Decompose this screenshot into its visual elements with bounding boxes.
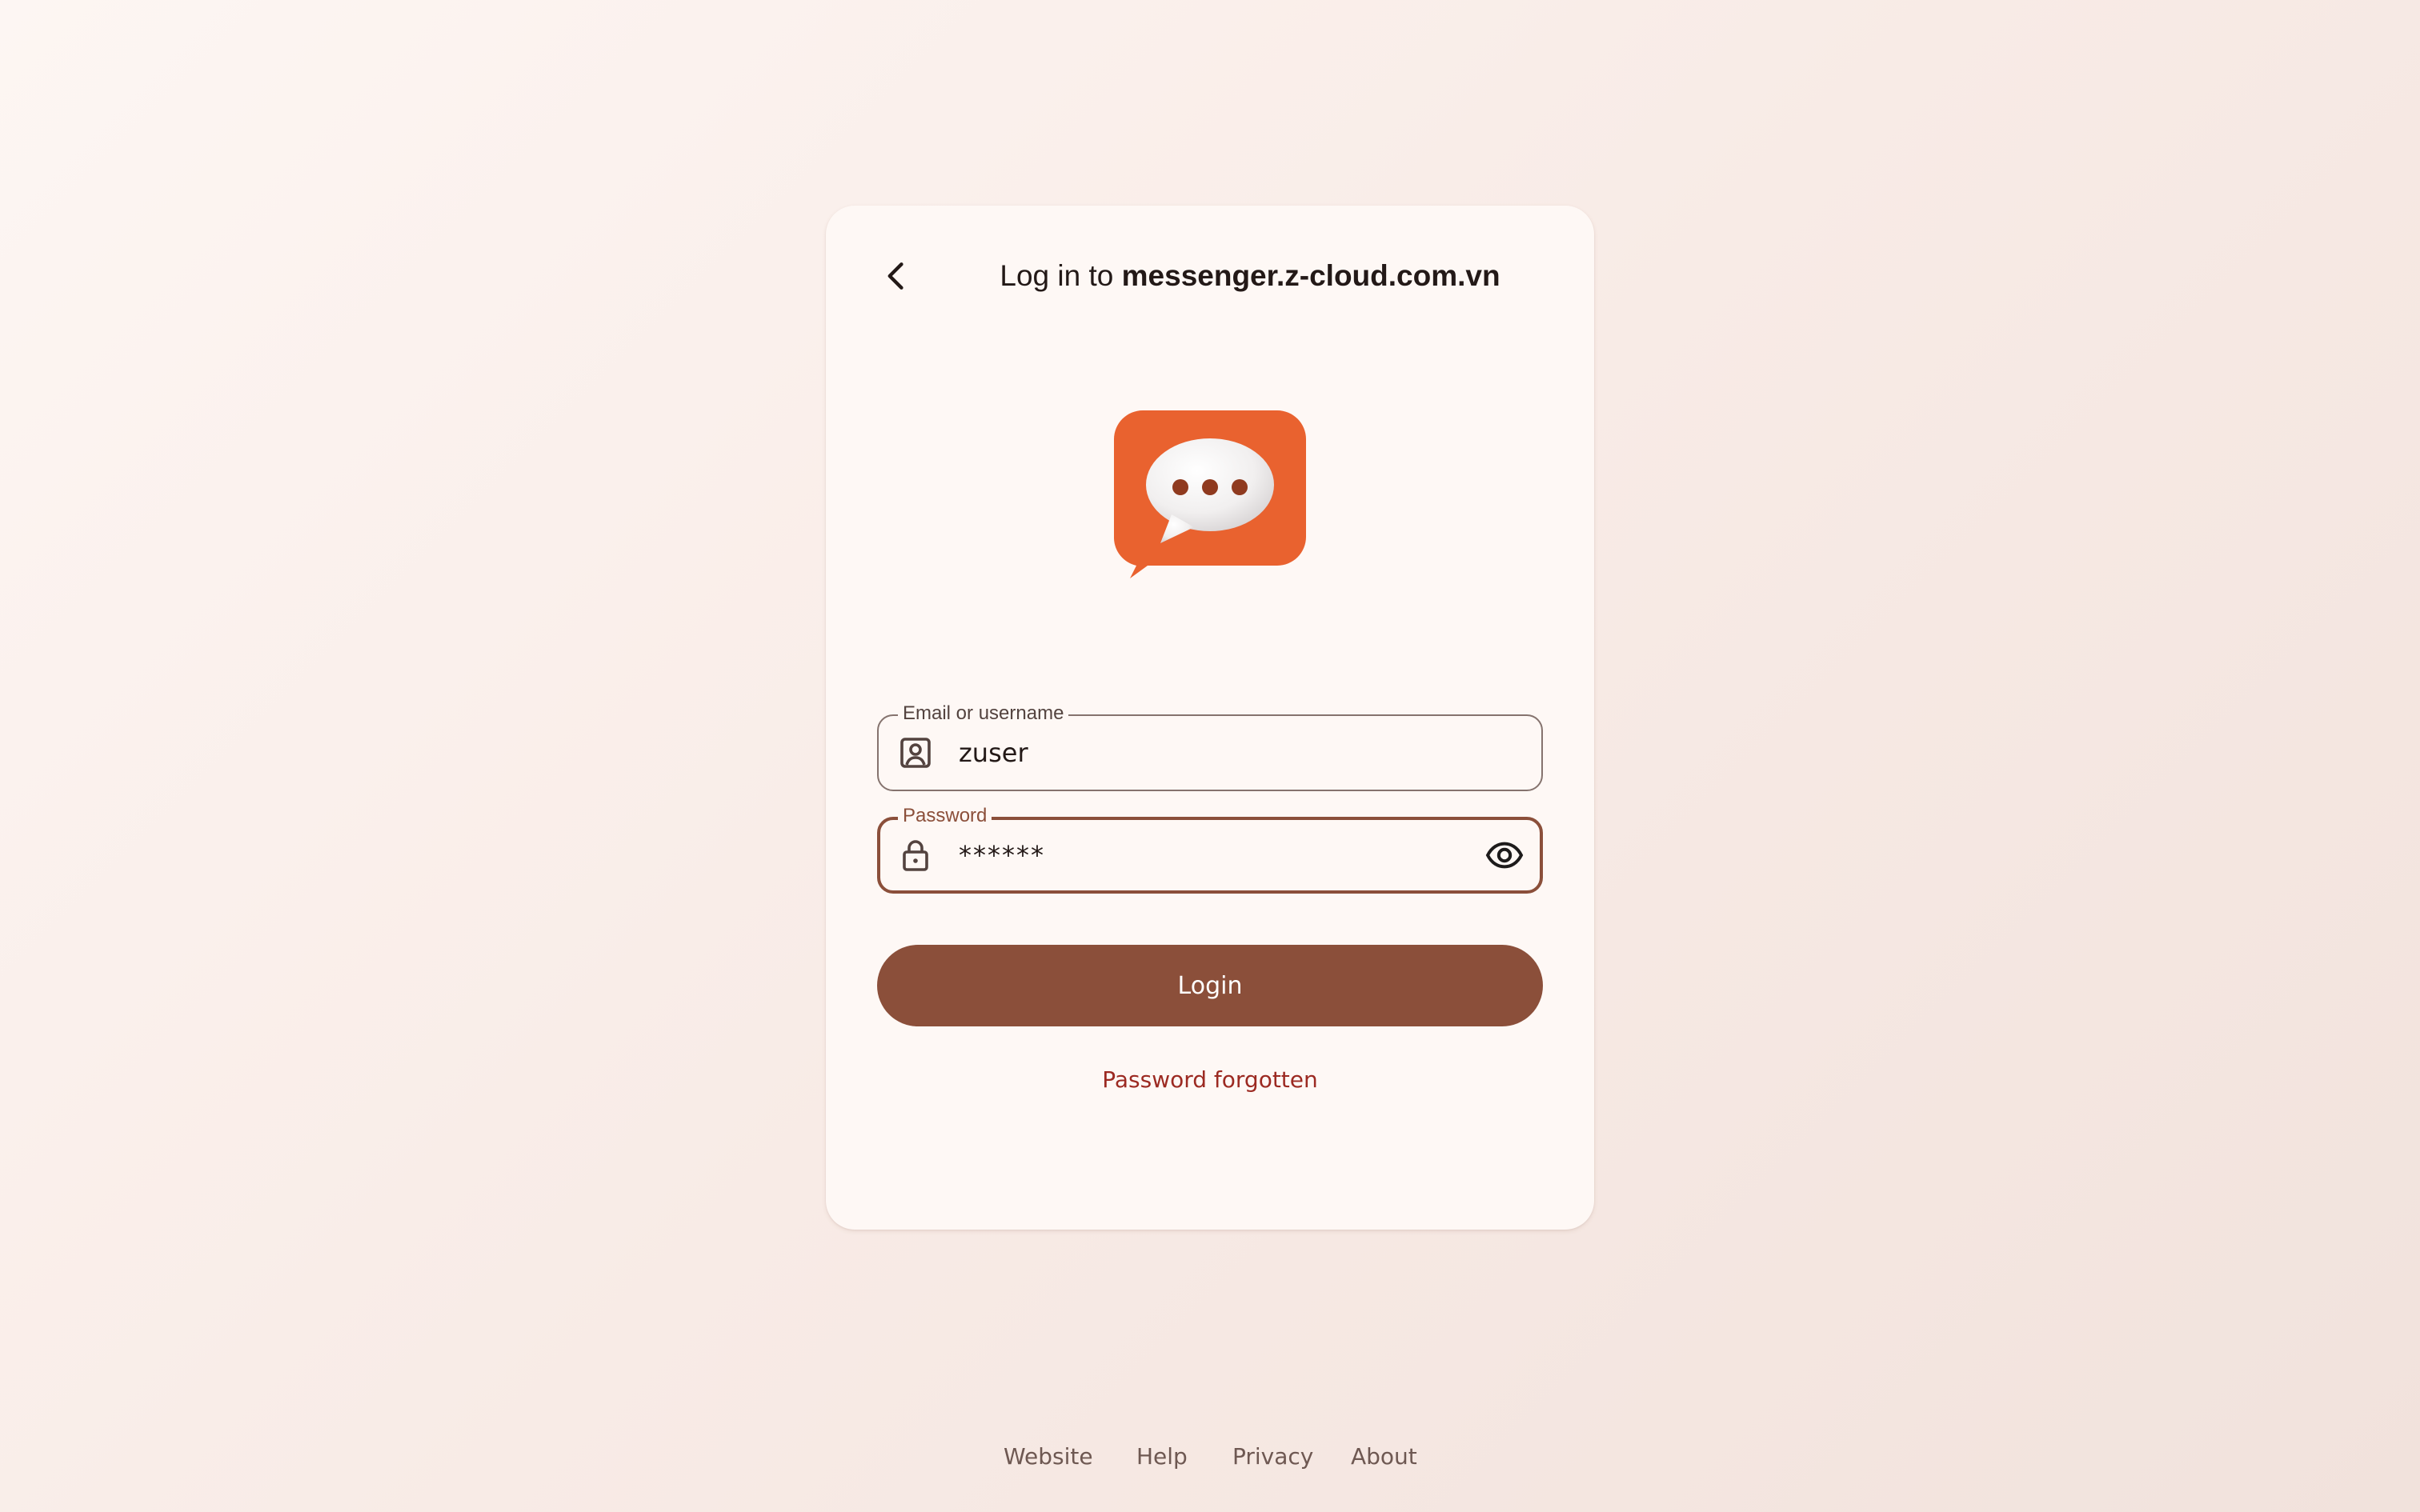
footer-link-about[interactable]: About	[1351, 1443, 1417, 1470]
footer-link-help[interactable]: Help	[1136, 1443, 1188, 1470]
footer-link-website[interactable]: Website	[1004, 1443, 1093, 1470]
chevron-left-icon	[887, 262, 903, 290]
footer-links: Website Help Privacy About	[0, 1443, 2420, 1478]
page-title: Log in to messenger.z-cloud.com.vn	[938, 250, 1562, 302]
email-field-label: Email or username	[898, 702, 1069, 726]
back-button[interactable]	[850, 230, 943, 322]
title-host: messenger.z-cloud.com.vn	[1121, 259, 1500, 292]
password-input[interactable]	[959, 834, 1455, 876]
chat-bubble-logo	[1114, 410, 1306, 578]
login-card: Log in to messenger.z-cloud.com.vn Email…	[826, 206, 1594, 1230]
email-field[interactable]: Email or username	[877, 702, 1543, 791]
footer-link-privacy[interactable]: Privacy	[1232, 1443, 1313, 1470]
password-field-label: Password	[898, 804, 992, 828]
contact-icon	[900, 738, 931, 768]
lock-icon	[903, 840, 928, 871]
toggle-password-visibility-button[interactable]	[1482, 833, 1527, 878]
title-prefix: Log in to	[1000, 259, 1122, 292]
eye-icon	[1485, 842, 1524, 869]
password-forgotten-link[interactable]: Password forgotten	[826, 1066, 1594, 1093]
password-field[interactable]: Password	[877, 804, 1543, 894]
login-button[interactable]: Login	[877, 945, 1543, 1026]
email-input[interactable]	[959, 732, 1455, 774]
